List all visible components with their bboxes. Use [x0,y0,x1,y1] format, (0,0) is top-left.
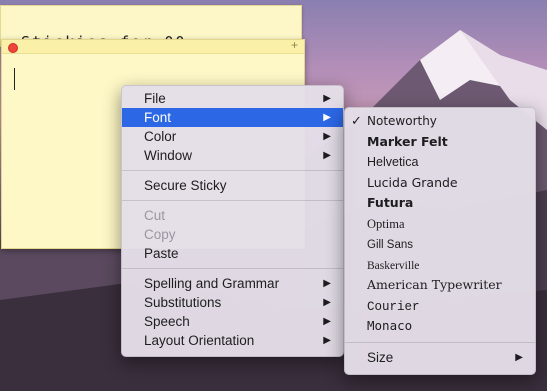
menu-item-layout-orientation[interactable]: Layout Orientation ▶ [122,331,343,350]
font-item-helvetica[interactable]: Helvetica [345,152,535,173]
font-item-label: Futura [367,195,414,210]
menu-item-file[interactable]: File ▶ [122,89,343,108]
close-icon[interactable] [8,43,18,53]
chevron-right-icon: ▶ [515,351,523,363]
font-item-futura[interactable]: Futura [345,193,535,214]
menu-item-cut: Cut [122,206,343,225]
font-item-marker-felt[interactable]: Marker Felt [345,132,535,153]
menu-item-label: Spelling and Grammar [144,276,280,291]
text-caret [14,68,15,90]
menu-item-label: Size [367,349,394,365]
separator [122,170,343,171]
font-item-label: Gill Sans [367,239,414,251]
font-item-baskerville[interactable]: Baskerville [345,255,535,276]
menu-item-secure-sticky[interactable]: Secure Sticky [122,176,343,195]
menu-item-size[interactable]: Size ▶ [345,348,535,367]
chevron-right-icon: ▶ [323,112,331,123]
font-item-noteworthy[interactable]: ✓ Noteworthy [345,111,535,132]
font-item-label: Helvetica [367,155,419,169]
menu-item-label: Font [144,110,172,125]
menu-item-window[interactable]: Window ▶ [122,146,343,165]
chevron-right-icon: ▶ [323,297,331,308]
context-menu: File ▶ Font ▶ Color ▶ Window ▶ Secure Sticky Cu… [121,85,344,357]
menu-item-label: Secure Sticky [144,178,227,193]
expand-icon[interactable]: + [291,38,298,52]
menu-item-label: Copy [144,227,176,242]
font-item-label: American Typewriter [367,277,502,292]
chevron-right-icon: ▶ [323,93,331,104]
chevron-right-icon: ▶ [323,278,331,289]
font-item-label: Marker Felt [367,133,448,149]
chevron-right-icon: ▶ [323,131,331,142]
menu-item-label: Speech [144,314,190,329]
chevron-right-icon: ▶ [323,150,331,161]
menu-item-label: Window [144,148,193,163]
menu-item-substitutions[interactable]: Substitutions ▶ [122,293,343,312]
font-item-label: Noteworthy [367,114,437,128]
font-item-courier[interactable]: Courier [345,296,535,317]
menu-item-copy: Copy [122,225,343,244]
separator [122,200,343,201]
menu-item-label: Color [144,129,177,144]
font-item-monaco[interactable]: Monaco [345,316,535,337]
font-item-label: Baskerville [367,259,420,272]
menu-item-label: Cut [144,208,166,223]
menu-item-label: Layout Orientation [144,333,255,348]
chevron-right-icon: ▶ [323,316,331,327]
menu-item-label: File [144,91,166,106]
menu-item-font[interactable]: Font ▶ [122,108,343,127]
menu-item-speech[interactable]: Speech ▶ [122,312,343,331]
font-item-lucida-grande[interactable]: Lucida Grande [345,173,535,194]
font-item-american-typewriter[interactable]: American Typewriter [345,275,535,296]
menu-item-label: Paste [144,246,179,261]
separator [122,268,343,269]
font-item-label: Courier [367,299,420,314]
checkmark-icon: ✓ [351,113,362,128]
menu-item-paste[interactable]: Paste [122,244,343,263]
separator [345,341,535,343]
font-item-optima[interactable]: Optima [345,214,535,235]
font-item-gill-sans[interactable]: Gill Sans [345,234,535,255]
chevron-right-icon: ▶ [323,335,331,346]
font-submenu: ✓ Noteworthy Marker Felt Helvetica Lucida Gr… [344,107,536,375]
font-item-label: Optima [367,216,405,231]
font-item-label: Lucida Grande [367,174,458,190]
sticky-titlebar[interactable]: + [2,38,304,54]
font-item-label: Monaco [367,318,413,333]
menu-item-label: Substitutions [144,295,222,310]
menu-item-color[interactable]: Color ▶ [122,127,343,146]
menu-item-spelling-and-grammar[interactable]: Spelling and Grammar ▶ [122,274,343,293]
